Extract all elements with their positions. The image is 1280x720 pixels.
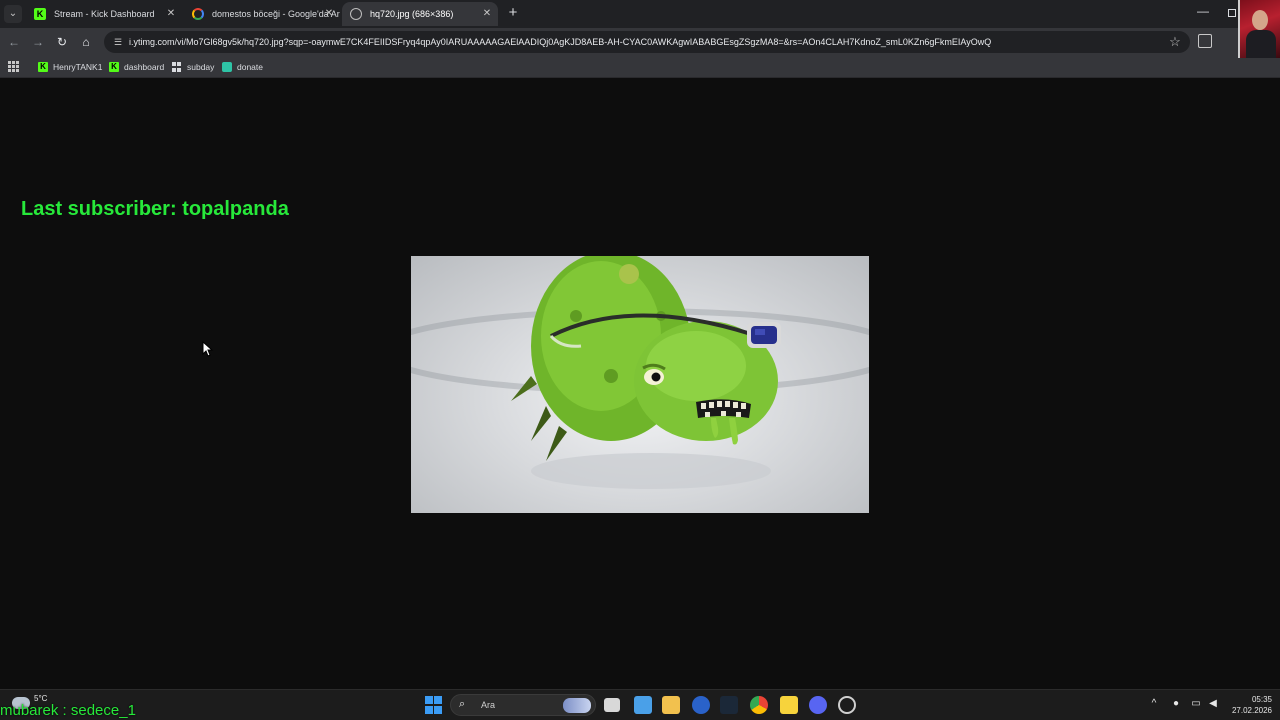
chrome-icon[interactable] [750, 696, 768, 714]
app-icon[interactable] [692, 696, 710, 714]
url-text[interactable]: i.ytimg.com/vi/Mo7Gl68gv5k/hq720.jpg?sqp… [129, 31, 1159, 53]
apps-grid-icon[interactable] [8, 61, 19, 72]
tab-search-button[interactable]: ⌄ [4, 5, 22, 23]
search-placeholder: Ara [481, 700, 496, 710]
close-icon[interactable]: ✕ [322, 2, 336, 26]
kick-icon: K [34, 8, 46, 20]
google-icon [192, 8, 204, 20]
germ-character-illustration [411, 256, 869, 489]
microphone-icon[interactable]: ● [1170, 698, 1182, 710]
search-highlight-icon [563, 698, 591, 713]
bookmark-label: donate [237, 62, 263, 72]
windows-taskbar: 5°C ⌕ Ara ^ ● ▭ ◀ 05:35 27.02.2026 [0, 689, 1280, 720]
network-icon[interactable]: ▭ [1190, 698, 1202, 710]
bookmark-label: HenryTANK1 [53, 62, 103, 72]
address-bar[interactable]: ☰ i.ytimg.com/vi/Mo7Gl68gv5k/hq720.jpg?s… [104, 31, 1190, 53]
bookmarks-bar: K HenryTANK1 K dashboard subday donate [0, 56, 1280, 78]
bookmark-donate[interactable]: donate [222, 59, 263, 75]
bookmark-subday[interactable]: subday [172, 59, 214, 75]
bookmark-star-icon[interactable]: ☆ [1168, 34, 1182, 50]
taskbar-clock[interactable]: 05:35 27.02.2026 [1226, 694, 1272, 716]
back-icon[interactable]: ← [6, 34, 22, 50]
globe-icon [350, 8, 362, 20]
tab-image[interactable]: hq720.jpg (686×386) ✕ [342, 2, 498, 26]
chevron-up-icon[interactable]: ^ [1148, 698, 1160, 710]
steam-icon[interactable] [720, 696, 738, 714]
sticky-notes-icon[interactable] [780, 696, 798, 714]
tab-google-search[interactable]: domestos böceği - Google'da Ar ✕ [184, 2, 340, 26]
search-icon: ⌕ [459, 698, 466, 710]
browser-toolbar: ← → ↻ ⌂ ☰ i.ytimg.com/vi/Mo7Gl68gv5k/hq7… [0, 28, 1280, 56]
mouse-cursor-icon [202, 341, 214, 357]
home-icon[interactable]: ⌂ [78, 34, 94, 50]
restore-button[interactable] [1228, 9, 1236, 17]
page-content: Last subscriber: topalpanda [0, 79, 1280, 689]
calculator-icon[interactable] [634, 696, 652, 714]
donate-icon [222, 62, 232, 72]
forward-icon[interactable]: → [30, 34, 46, 50]
bookmark-henrytank1[interactable]: K HenryTANK1 [38, 59, 102, 75]
tab-kick-dashboard[interactable]: K Stream - Kick Dashboard ✕ [26, 2, 182, 26]
last-subscriber-alert: Last subscriber: topalpanda [21, 198, 289, 220]
tab-strip: ⌄ K Stream - Kick Dashboard ✕ domestos b… [0, 0, 1280, 28]
close-icon[interactable]: ✕ [480, 2, 494, 26]
site-info-icon[interactable]: ☰ [112, 36, 124, 48]
bookmark-label: dashboard [124, 62, 165, 72]
screen: ⌄ K Stream - Kick Dashboard ✕ domestos b… [0, 0, 1280, 720]
tab-title: domestos böceği - Google'da Ar [212, 9, 340, 19]
kick-icon: K [109, 62, 119, 72]
viewed-image[interactable] [411, 256, 869, 513]
webcam-overlay [1238, 0, 1280, 58]
tab-title: hq720.jpg (686×386) [370, 9, 454, 19]
kick-icon: K [38, 62, 48, 72]
task-view-icon[interactable] [604, 698, 620, 712]
clock-date: 27.02.2026 [1231, 706, 1272, 715]
reload-icon[interactable]: ↻ [54, 34, 70, 50]
file-explorer-icon[interactable] [662, 696, 680, 714]
start-icon[interactable] [425, 696, 443, 714]
clock-time: 05:35 [1251, 695, 1272, 704]
tab-title: Stream - Kick Dashboard [54, 9, 155, 19]
bookmark-dashboard[interactable]: K dashboard [109, 59, 164, 75]
close-icon[interactable]: ✕ [164, 2, 178, 26]
volume-icon[interactable]: ◀ [1207, 698, 1219, 710]
stream-chat-overlay: mubarek : sedece_1 [0, 702, 136, 719]
taskbar-search[interactable]: ⌕ Ara [450, 694, 596, 716]
obs-icon[interactable] [838, 696, 856, 714]
grid-icon [172, 62, 182, 72]
webcam-person-head [1252, 10, 1268, 30]
webcam-person-body [1246, 30, 1276, 58]
discord-icon[interactable] [809, 696, 827, 714]
bookmark-label: subday [187, 62, 215, 72]
minimize-button[interactable]: — [1196, 4, 1210, 20]
extensions-icon[interactable] [1198, 34, 1212, 48]
new-tab-button[interactable]: + [505, 4, 521, 22]
